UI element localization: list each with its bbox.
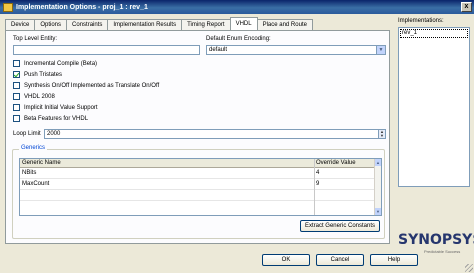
implicit-initial-value-option[interactable]: Implicit Initial Value Support [13, 104, 98, 111]
tab-device[interactable]: Device [5, 19, 36, 30]
push-tristates-option[interactable]: Push Tristates [13, 71, 62, 78]
beta-features-label: Beta Features for VHDL [24, 115, 89, 122]
beta-features-option[interactable]: Beta Features for VHDL [13, 115, 88, 122]
tab-timing-report[interactable]: Timing Report [181, 19, 231, 30]
default-enum-encoding-label: Default Enum Encoding: [206, 36, 271, 42]
scroll-down-icon[interactable]: ▼ [375, 208, 381, 215]
table-row[interactable]: NBits 4 [20, 169, 375, 179]
tab-place-and-route[interactable]: Place and Route [256, 19, 313, 30]
generics-table-header: Generic Name Override Value [20, 159, 375, 168]
implementation-options-dialog: Implementation Options - proj_1 : rev_1 … [0, 0, 474, 273]
table-row[interactable]: MaxCount 9 [20, 180, 375, 190]
implementations-label: Implementations: [398, 18, 444, 24]
generics-group-title: Generics [19, 145, 48, 151]
loop-limit-spinner[interactable]: ▲ ▼ [378, 130, 385, 138]
push-tristates-checkbox[interactable] [13, 71, 20, 78]
generics-group: Generics Generic Name Override Value NBi… [12, 145, 385, 239]
incremental-compile-label: Incremental Compile (Beta) [24, 60, 98, 67]
logo-tagline: Predictable Success [424, 249, 461, 254]
default-enum-encoding-select[interactable]: default ▼ [206, 45, 386, 55]
table-row-empty[interactable] [20, 191, 375, 201]
tab-options[interactable]: Options [34, 19, 68, 30]
vhdl-tab-panel: Top Level Entity: Default Enum Encoding:… [5, 30, 390, 244]
vhdl-2008-label: VHDL 2008 [24, 93, 55, 100]
top-level-entity-label: Top Level Entity: [13, 36, 58, 42]
vertical-scrollbar[interactable]: ▲ ▼ [374, 159, 381, 215]
logo-wordmark: SYNOPSYS [398, 232, 474, 248]
resize-grip-icon[interactable] [465, 264, 473, 272]
loop-limit-label: Loop Limit [13, 131, 41, 137]
title-bar[interactable]: Implementation Options - proj_1 : rev_1 … [0, 0, 474, 14]
implicit-initial-value-label: Implicit Initial Value Support [24, 104, 98, 111]
push-tristates-label: Push Tristates [24, 71, 63, 78]
loop-limit-value: 2000 [47, 131, 61, 137]
chevron-down-icon[interactable]: ▼ [376, 46, 385, 54]
spin-down-icon[interactable]: ▼ [379, 134, 385, 138]
app-icon [3, 2, 13, 12]
implicit-initial-value-checkbox[interactable] [13, 104, 20, 111]
vhdl-2008-option[interactable]: VHDL 2008 [13, 93, 55, 100]
synthesis-on-off-option[interactable]: Synthesis On/Off Implemented as Translat… [13, 82, 159, 89]
synopsys-logo: SYNOPSYS Predictable Success [398, 232, 474, 256]
scroll-up-icon[interactable]: ▲ [375, 159, 381, 166]
cancel-button[interactable]: Cancel [316, 254, 364, 266]
incremental-compile-checkbox[interactable] [13, 60, 20, 67]
list-item[interactable]: rev_1 [400, 29, 468, 38]
window-title: Implementation Options - proj_1 : rev_1 [16, 3, 148, 11]
tab-implementation-results[interactable]: Implementation Results [107, 19, 183, 30]
synthesis-on-off-checkbox[interactable] [13, 82, 20, 89]
beta-features-checkbox[interactable] [13, 115, 20, 122]
tab-strip: Device Options Constraints Implementatio… [5, 17, 313, 30]
help-button[interactable]: Help [370, 254, 418, 266]
extract-generic-constants-button[interactable]: Extract Generic Constants [299, 220, 380, 232]
incremental-compile-option[interactable]: Incremental Compile (Beta) [13, 60, 97, 67]
default-enum-encoding-value: default [209, 47, 228, 53]
generics-table: Generic Name Override Value NBits 4 MaxC… [19, 158, 382, 216]
implementations-list[interactable]: rev_1 [398, 27, 470, 187]
ok-button[interactable]: OK [262, 254, 310, 266]
generic-name-cell: NBits [22, 170, 37, 176]
top-level-entity-input[interactable] [13, 45, 200, 55]
synthesis-on-off-label: Synthesis On/Off Implemented as Translat… [24, 82, 160, 89]
column-header-generic-name[interactable]: Generic Name [20, 159, 61, 168]
tab-constraints[interactable]: Constraints [66, 19, 109, 30]
vhdl-2008-checkbox[interactable] [13, 93, 20, 100]
column-divider[interactable] [314, 159, 315, 215]
loop-limit-input[interactable]: 2000 ▲ ▼ [44, 129, 386, 139]
generic-name-cell: MaxCount [22, 181, 50, 187]
close-button[interactable]: x [461, 2, 472, 12]
column-header-override-value[interactable]: Override Value [314, 159, 356, 168]
tab-vhdl[interactable]: VHDL [229, 17, 258, 30]
